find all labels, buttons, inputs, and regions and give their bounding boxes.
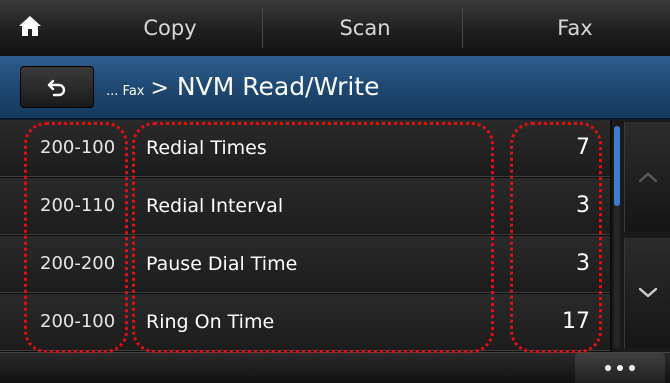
- scrollbar-thumb[interactable]: [614, 126, 620, 206]
- item-value: 17: [562, 309, 590, 334]
- chevron-up-icon: [638, 172, 658, 183]
- scroll-down-button[interactable]: [624, 238, 670, 348]
- chevron-down-icon: [638, 287, 658, 298]
- printer-screen: Copy Scan Fax ... Fax > NVM Read/Write 2…: [0, 0, 670, 383]
- bottom-bar: [0, 352, 670, 383]
- tab-fax[interactable]: Fax: [500, 0, 650, 56]
- item-name: Pause Dial Time: [146, 253, 298, 275]
- breadcrumb-separator: >: [150, 76, 169, 101]
- item-code: 200-200: [40, 253, 116, 274]
- home-icon: [19, 16, 41, 36]
- page-title: NVM Read/Write: [176, 72, 380, 101]
- back-button[interactable]: [20, 66, 94, 108]
- item-value: 3: [576, 193, 590, 218]
- list-item[interactable]: 200-110 Redial Interval 3: [0, 178, 610, 235]
- scroll-up-button[interactable]: [624, 122, 670, 232]
- tab-copy[interactable]: Copy: [90, 0, 250, 56]
- top-tab-bar: Copy Scan Fax: [0, 0, 670, 57]
- home-button[interactable]: [12, 8, 48, 44]
- item-code: 200-100: [40, 137, 116, 158]
- tab-scan[interactable]: Scan: [285, 0, 445, 56]
- tab-divider: [262, 8, 263, 48]
- more-options-button[interactable]: [575, 353, 665, 383]
- title-bar: ... Fax > NVM Read/Write: [0, 56, 670, 120]
- item-name: Redial Interval: [146, 195, 284, 217]
- item-name: Ring On Time: [146, 311, 275, 333]
- back-arrow-icon: [47, 79, 66, 97]
- breadcrumb: ... Fax > NVM Read/Write: [106, 64, 380, 110]
- list-item[interactable]: 200-100 Ring On Time 17: [0, 294, 610, 351]
- tab-divider: [462, 8, 463, 48]
- ellipsis-icon: [605, 365, 635, 371]
- item-value: 3: [576, 251, 590, 276]
- breadcrumb-parent[interactable]: ... Fax: [106, 69, 144, 115]
- item-name: Redial Times: [146, 137, 267, 159]
- item-value: 7: [576, 135, 590, 160]
- list-item[interactable]: 200-200 Pause Dial Time 3: [0, 236, 610, 293]
- list-item[interactable]: 200-100 Redial Times 7: [0, 120, 610, 177]
- settings-list: 200-100 Redial Times 7 200-110 Redial In…: [0, 120, 610, 352]
- item-code: 200-100: [40, 311, 116, 332]
- item-code: 200-110: [40, 195, 116, 216]
